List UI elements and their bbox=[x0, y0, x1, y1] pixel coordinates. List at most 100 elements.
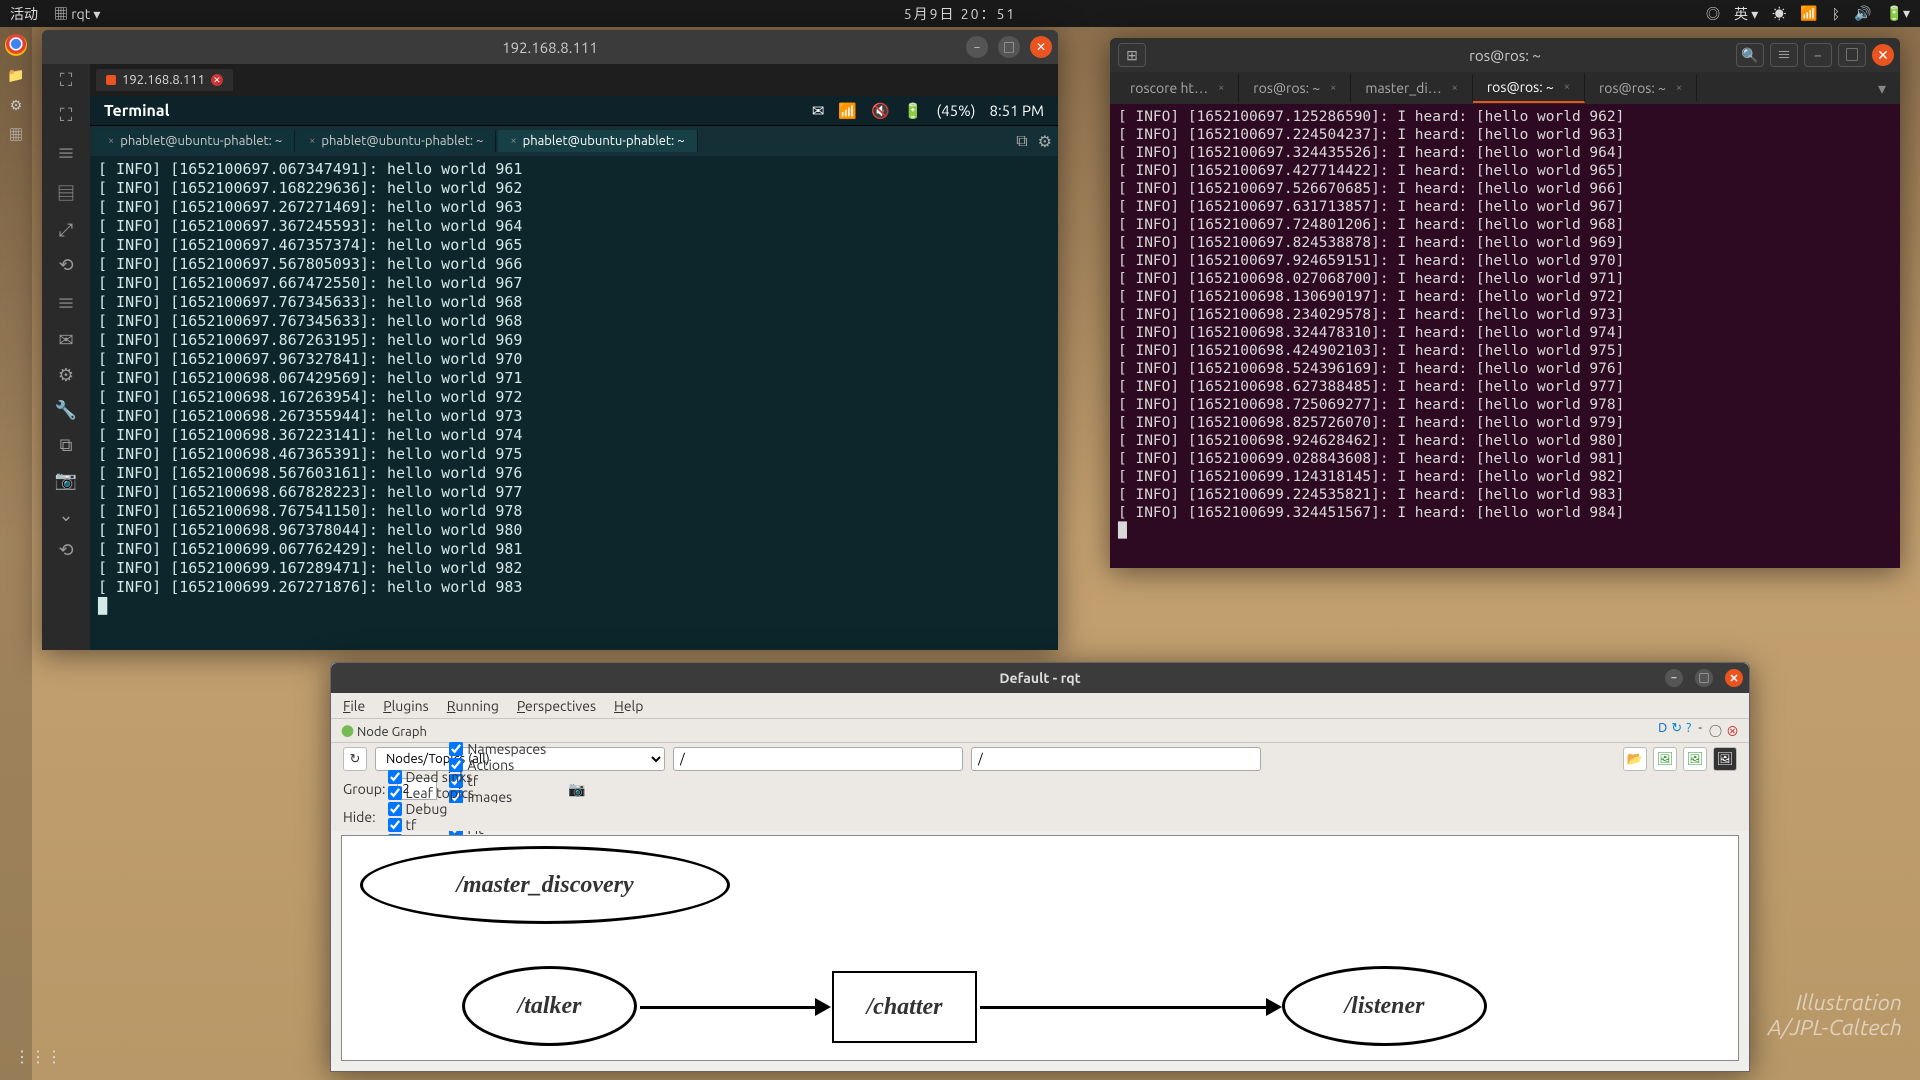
terminal-tab[interactable]: roscore ht…× bbox=[1116, 74, 1239, 102]
activity-bar: ⛶ ⛶ ≡ ▤ ⤢ ⟲ ≡ ✉ ⚙ 🔧 ⧉ 📷 ⌄ ⟲ bbox=[42, 64, 90, 650]
volume-mute-icon[interactable]: 🔇 bbox=[871, 102, 890, 120]
close-plugin-icon[interactable]: ⊗ bbox=[1726, 721, 1739, 740]
terminal-tab[interactable]: master_di…× bbox=[1351, 74, 1473, 102]
terminal-tab[interactable]: ×phablet@ubuntu-phablet: ~ bbox=[297, 130, 496, 152]
graph-canvas[interactable]: /master_discovery /talker /chatter /list… bbox=[341, 835, 1739, 1061]
maximize-button[interactable]: □ bbox=[1695, 669, 1713, 687]
shuffle-icon[interactable]: ⟲ bbox=[58, 255, 73, 276]
maximize-button[interactable]: □ bbox=[1838, 43, 1866, 67]
arrow-head-icon bbox=[815, 998, 831, 1016]
dark-icon[interactable]: 🖼 bbox=[1713, 747, 1737, 771]
wifi-icon[interactable]: 📶 bbox=[1800, 5, 1817, 22]
close-button[interactable]: ✕ bbox=[1030, 36, 1052, 58]
app-item[interactable]: ▦ bbox=[2, 121, 30, 149]
copy-icon[interactable]: ⧉ bbox=[1016, 132, 1027, 151]
menu-perspectives[interactable]: Perspectives bbox=[517, 698, 596, 714]
app-item[interactable]: ⚙ bbox=[2, 91, 30, 119]
terminal-tab[interactable]: ros@ros: ~× bbox=[1473, 73, 1585, 103]
minimize-button[interactable]: − bbox=[966, 36, 988, 58]
mail-icon[interactable]: ✉ bbox=[812, 102, 825, 120]
new-tab-button[interactable]: ⊞ bbox=[1118, 43, 1146, 67]
plugin-header: ● Node Graph D ↻ ? - ○ ⊗ bbox=[331, 719, 1749, 743]
menu-icon[interactable]: ≡ bbox=[57, 140, 75, 166]
battery-icon[interactable]: 🔋▾ bbox=[1886, 5, 1910, 22]
gear-icon[interactable]: ⚙ bbox=[58, 365, 74, 386]
fullscreen-icon[interactable]: ⛶ bbox=[60, 105, 73, 126]
open-icon[interactable]: 📂 bbox=[1623, 747, 1647, 771]
topic-chatter[interactable]: /chatter bbox=[832, 971, 977, 1043]
close-button[interactable]: ✕ bbox=[1872, 44, 1894, 66]
terminal-output[interactable]: [ INFO] [1652100697.125286590]: I heard:… bbox=[1110, 104, 1900, 568]
reload-icon[interactable]: ↻ bbox=[1671, 721, 1682, 740]
menu-button[interactable]: ≡ bbox=[1770, 43, 1798, 67]
minimize-button[interactable]: − bbox=[1804, 43, 1832, 67]
menu-running[interactable]: Running bbox=[447, 698, 499, 714]
window-gnome-terminal: ⊞ ros@ros: ~ 🔍 ≡ − □ ✕ roscore ht…×ros@r… bbox=[1110, 38, 1900, 568]
titlebar[interactable]: 192.168.8.111 − □ ✕ bbox=[42, 30, 1058, 64]
snapshot-button[interactable]: 📷 bbox=[568, 781, 585, 798]
gear-icon[interactable]: ⚙ bbox=[1038, 132, 1052, 151]
checkbox-leaf-topics[interactable]: Leaf topics bbox=[388, 785, 485, 801]
save-icon[interactable]: 🖼 bbox=[1653, 747, 1677, 771]
resize-icon[interactable]: ⤢ bbox=[59, 220, 73, 241]
titlebar[interactable]: Default - rqt − □ ✕ bbox=[331, 663, 1749, 693]
checkbox-debug[interactable]: Debug bbox=[388, 801, 485, 817]
collapse-icon[interactable]: ○ bbox=[1709, 721, 1722, 740]
menu-plugins[interactable]: Plugins bbox=[383, 698, 429, 714]
checkbox-dead-sinks[interactable]: Dead sinks bbox=[388, 769, 485, 785]
mail-icon[interactable]: ✉ bbox=[58, 330, 73, 351]
link-icon[interactable]: ⟲ bbox=[58, 540, 73, 561]
checkbox-namespaces[interactable]: Namespaces bbox=[449, 741, 546, 757]
minimize-button[interactable]: − bbox=[1665, 669, 1683, 687]
group-options: Group: Namespaces Actions tf Images High… bbox=[331, 775, 1749, 803]
input-method[interactable]: 英 ▾ bbox=[1734, 4, 1758, 24]
editor-tab[interactable]: 192.168.8.111 ✕ bbox=[96, 69, 233, 91]
help-icon[interactable]: ? bbox=[1686, 721, 1691, 740]
node-talker[interactable]: /talker bbox=[462, 966, 637, 1046]
expand-icon[interactable]: ⛶ bbox=[60, 70, 73, 91]
node-filter-input[interactable] bbox=[971, 747, 1261, 771]
menu-bar: File Plugins Running Perspectives Help bbox=[331, 693, 1749, 719]
image-icon[interactable]: 🖼 bbox=[1683, 747, 1707, 771]
battery-pct: (45%) bbox=[936, 102, 975, 119]
battery-icon[interactable]: 🔋 bbox=[904, 102, 923, 120]
wrench-icon[interactable]: 🔧 bbox=[55, 400, 77, 421]
search-button[interactable]: 🔍 bbox=[1736, 43, 1764, 67]
window-rqt: Default - rqt − □ ✕ File Plugins Running Pe… bbox=[330, 662, 1750, 1072]
list-icon[interactable]: ≡ bbox=[57, 290, 75, 316]
refresh-button[interactable]: ↻ bbox=[343, 747, 367, 771]
checkbox-tf[interactable]: tf bbox=[388, 817, 485, 833]
wifi-icon[interactable]: 📶 bbox=[838, 102, 857, 120]
terminal-tab[interactable]: ros@ros: ~× bbox=[1585, 74, 1697, 102]
node-listener[interactable]: /listener bbox=[1282, 966, 1487, 1046]
accessibility-icon[interactable]: ◎ bbox=[1706, 4, 1720, 24]
terminal-tab[interactable]: ros@ros: ~× bbox=[1239, 74, 1351, 102]
close-button[interactable]: ✕ bbox=[1725, 669, 1743, 687]
maximize-button[interactable]: □ bbox=[998, 36, 1020, 58]
app-chrome[interactable] bbox=[2, 31, 30, 59]
close-tab-icon[interactable]: ✕ bbox=[211, 74, 223, 86]
terminal-tab[interactable]: ×phablet@ubuntu-phablet: ~ bbox=[498, 130, 697, 152]
clock[interactable]: 5月9日 20：51 bbox=[904, 4, 1017, 24]
d-icon[interactable]: D bbox=[1658, 721, 1667, 740]
app-menu[interactable]: ▦ rqt ▾ bbox=[54, 4, 100, 24]
terminal-output[interactable]: [ INFO] [1652100697.067347491]: hello wo… bbox=[90, 156, 1058, 650]
chevron-down-icon[interactable]: ⌄ bbox=[58, 505, 73, 526]
menu-help[interactable]: Help bbox=[614, 698, 643, 714]
menu-file[interactable]: File bbox=[343, 698, 365, 714]
layers-icon[interactable]: ▤ bbox=[57, 180, 75, 206]
topic-filter-input[interactable] bbox=[673, 747, 963, 771]
window-title: 192.168.8.111 bbox=[502, 39, 598, 56]
node-master-discovery[interactable]: /master_discovery bbox=[360, 846, 730, 924]
brightness-icon[interactable]: ☀ bbox=[1772, 4, 1786, 24]
activities-button[interactable]: 活动 bbox=[10, 4, 38, 24]
show-apps-icon[interactable]: ⋮⋮⋮ bbox=[14, 1047, 62, 1066]
volume-icon[interactable]: 🔊 bbox=[1854, 5, 1871, 22]
titlebar[interactable]: ⊞ ros@ros: ~ 🔍 ≡ − □ ✕ bbox=[1110, 38, 1900, 72]
app-item[interactable]: 📁 bbox=[2, 61, 30, 89]
terminal-tab[interactable]: ×phablet@ubuntu-phablet: ~ bbox=[96, 130, 295, 152]
camera-icon[interactable]: 📷 bbox=[55, 470, 77, 491]
copy-icon[interactable]: ⧉ bbox=[60, 435, 73, 456]
tabs-dropdown-icon[interactable]: ▾ bbox=[1870, 79, 1894, 98]
bluetooth-icon[interactable]: ᛒ bbox=[1832, 6, 1840, 22]
